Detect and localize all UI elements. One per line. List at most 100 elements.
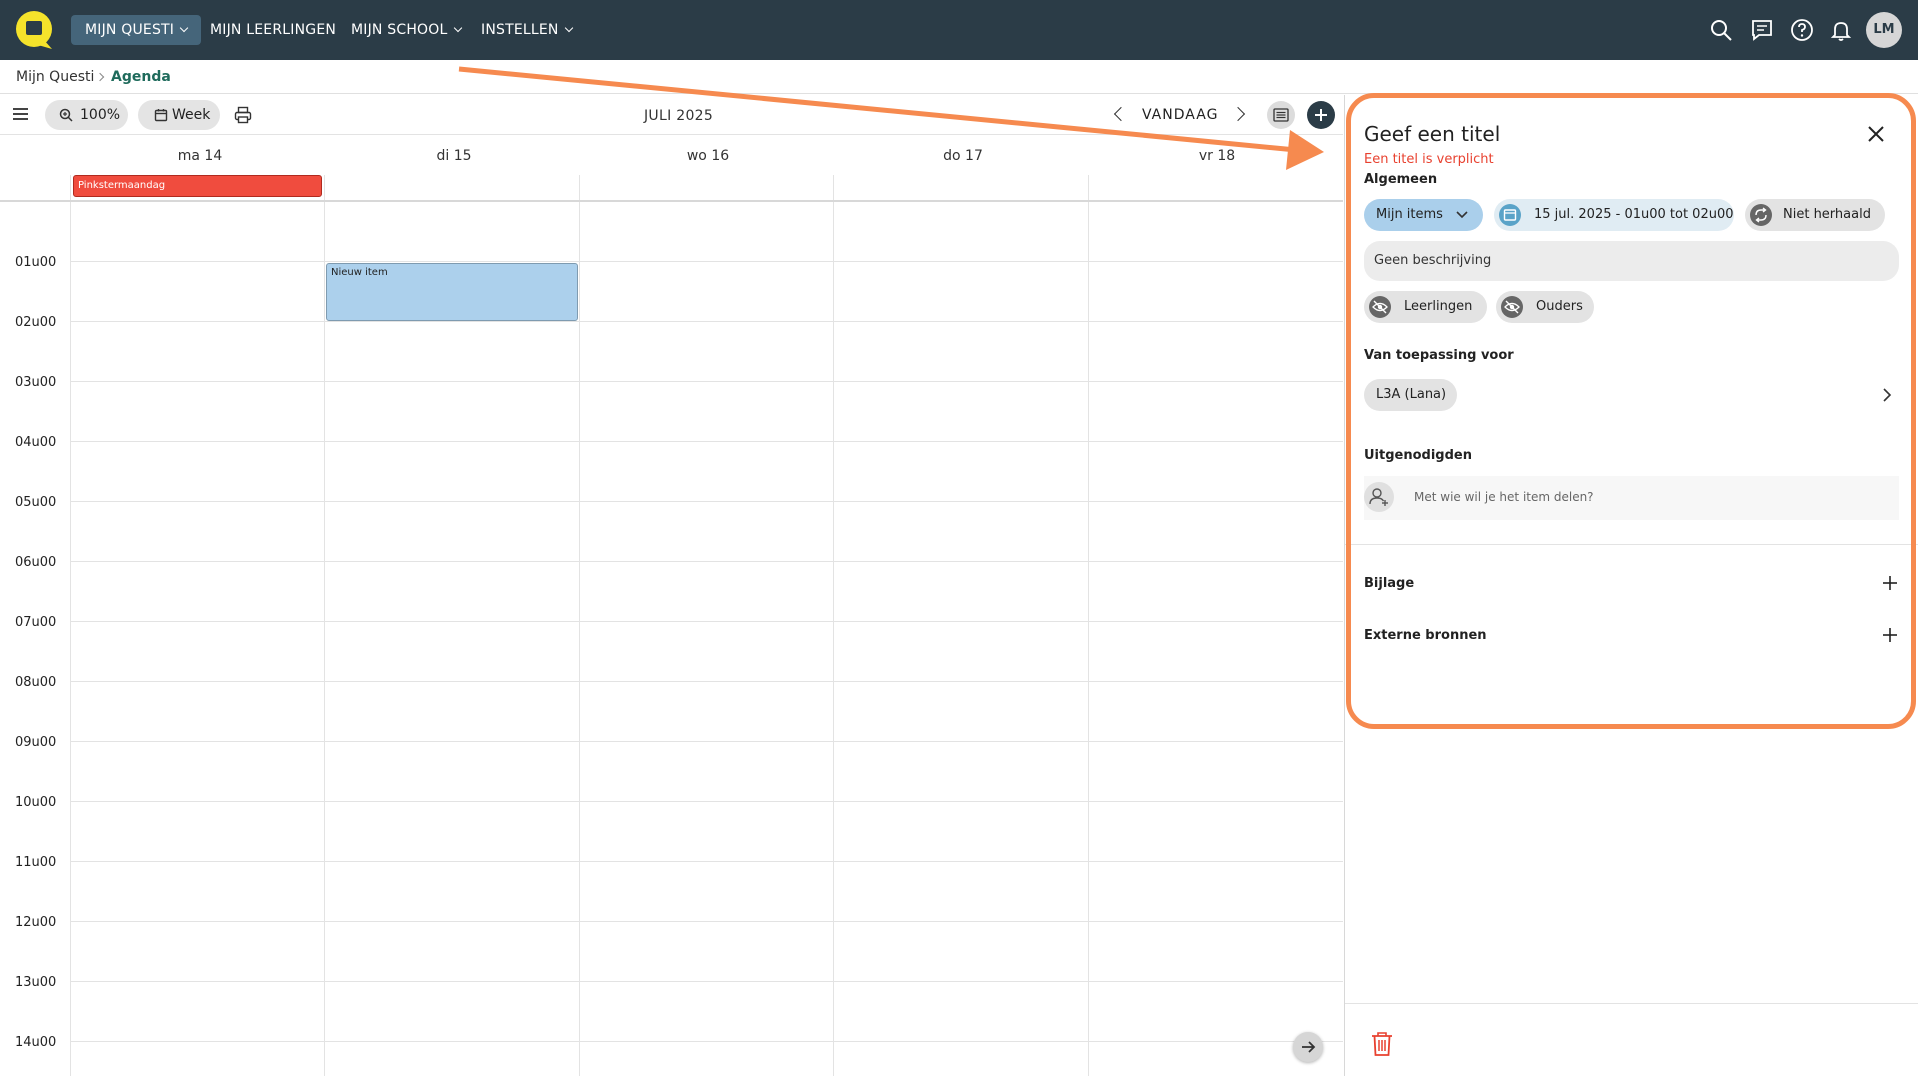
add-external-source-icon[interactable] [1882, 627, 1898, 643]
grid-column-line [579, 175, 580, 1076]
hour-line [71, 861, 1343, 862]
close-icon[interactable] [1866, 124, 1886, 144]
grid-column-line [833, 175, 834, 1076]
add-person-icon [1364, 482, 1394, 512]
next-week-icon[interactable] [1230, 106, 1246, 122]
hour-label: 04u00 [15, 435, 57, 450]
hour-label: 09u00 [15, 735, 57, 750]
all-day-separator [0, 200, 1343, 202]
day-header-tue: di 15 [436, 148, 472, 164]
view-label: Week [172, 107, 211, 123]
hour-line [71, 381, 1343, 382]
hour-line [71, 501, 1343, 502]
date-range-chip[interactable]: 15 jul. 2025 - 01u00 tot 02u00 [1494, 199, 1734, 231]
chevron-down-icon [564, 23, 573, 33]
eye-off-icon [1369, 296, 1391, 318]
menu-icon[interactable] [13, 108, 28, 120]
zoom-icon [59, 108, 73, 122]
help-icon[interactable] [1790, 18, 1814, 42]
plus-icon [1315, 109, 1327, 121]
calendar-select-label: Mijn items [1376, 207, 1443, 222]
hour-line [71, 261, 1343, 262]
chevron-down-icon [453, 23, 462, 33]
arrow-right-icon [1302, 1041, 1316, 1053]
hour-line [71, 981, 1343, 982]
visibility-students-label: Leerlingen [1404, 299, 1473, 314]
external-sources-label: Externe bronnen [1364, 628, 1487, 643]
panel-footer-divider [1345, 1003, 1918, 1004]
hour-line [71, 801, 1343, 802]
nav-mijn-leerlingen[interactable]: MIJN LEERLINGEN [196, 15, 350, 45]
section-applies-to: Van toepassing voor [1364, 348, 1514, 363]
previous-week-icon[interactable] [1113, 106, 1129, 122]
breadcrumb-current: Agenda [111, 69, 171, 85]
add-item-button[interactable] [1307, 101, 1335, 129]
add-attachment-icon[interactable] [1882, 575, 1898, 591]
hour-line [71, 1041, 1343, 1042]
day-header-wed: wo 16 [686, 148, 730, 164]
calendar-icon [154, 109, 168, 122]
panel-divider [1345, 544, 1918, 545]
breadcrumb-home[interactable]: Mijn Questi [16, 69, 94, 85]
hour-line [71, 921, 1343, 922]
calendar-icon [1499, 204, 1521, 226]
search-icon[interactable] [1709, 18, 1733, 42]
section-invited: Uitgenodigden [1364, 448, 1472, 463]
list-view-button[interactable] [1267, 101, 1295, 129]
hour-label: 05u00 [15, 495, 57, 510]
applies-to-chip[interactable]: L3A (Lana) [1364, 379, 1457, 411]
eye-off-icon [1501, 296, 1523, 318]
date-range-label: 15 jul. 2025 - 01u00 tot 02u00 [1534, 207, 1734, 222]
questi-chat-logo-icon[interactable] [14, 10, 54, 50]
section-general: Algemeen [1364, 172, 1438, 187]
nav-mijn-school[interactable]: MIJN SCHOOL [337, 15, 475, 45]
hour-line [71, 441, 1343, 442]
hour-line [71, 321, 1343, 322]
hour-line [71, 741, 1343, 742]
visibility-parents-label: Ouders [1536, 299, 1583, 314]
visibility-students-toggle[interactable]: Leerlingen [1364, 291, 1487, 323]
invite-placeholder: Met wie wil je het item delen? [1414, 490, 1594, 504]
list-view-icon [1273, 108, 1289, 122]
hour-label: 02u00 [15, 315, 57, 330]
hour-label: 07u00 [15, 615, 57, 630]
hour-label: 12u00 [15, 915, 57, 930]
bell-icon[interactable] [1829, 18, 1853, 42]
print-icon[interactable] [234, 106, 252, 124]
trash-icon[interactable] [1370, 1031, 1394, 1057]
day-header-thu: do 17 [943, 148, 983, 164]
attachment-label: Bijlage [1364, 576, 1415, 591]
nav-mijn-questi[interactable]: MIJN QUESTI [71, 15, 202, 45]
hour-line [71, 621, 1343, 622]
holiday-event[interactable]: Pinkstermaandag [73, 175, 322, 197]
grid-column-line [1088, 175, 1089, 1076]
hour-label: 11u00 [15, 855, 57, 870]
hour-label: 10u00 [15, 795, 57, 810]
event-title-input[interactable]: Geef een titel [1364, 122, 1500, 146]
calendar-event[interactable]: Nieuw item [326, 263, 578, 321]
today-button[interactable]: VANDAAG [1142, 107, 1218, 123]
chevron-right-icon[interactable] [1882, 387, 1892, 403]
hour-line [71, 681, 1343, 682]
calendar-toolbar: 100% Week JULI 2025 VANDAAG [0, 95, 1343, 135]
hour-line [71, 561, 1343, 562]
chevron-down-icon [179, 23, 189, 33]
zoom-label: 100% [80, 107, 121, 123]
hour-label: 14u00 [15, 1035, 57, 1050]
view-week-button[interactable]: Week [138, 100, 220, 130]
avatar[interactable]: LM [1866, 12, 1902, 48]
message-icon[interactable] [1750, 18, 1774, 42]
invite-field[interactable]: Met wie wil je het item delen? [1364, 476, 1899, 520]
zoom-button[interactable]: 100% [45, 100, 128, 130]
hour-label: 08u00 [15, 675, 57, 690]
hour-label: 06u00 [15, 555, 57, 570]
visibility-parents-toggle[interactable]: Ouders [1496, 291, 1594, 323]
repeat-label: Niet herhaald [1783, 207, 1871, 222]
description-field[interactable]: Geen beschrijving [1364, 241, 1899, 281]
grid-column-line [324, 175, 325, 1076]
repeat-chip[interactable]: Niet herhaald [1745, 199, 1885, 231]
calendar-select[interactable]: Mijn items [1364, 199, 1483, 231]
scroll-right-button[interactable] [1293, 1032, 1323, 1062]
title-error-message: Een titel is verplicht [1364, 152, 1494, 167]
nav-instellen[interactable]: INSTELLEN [467, 15, 586, 45]
